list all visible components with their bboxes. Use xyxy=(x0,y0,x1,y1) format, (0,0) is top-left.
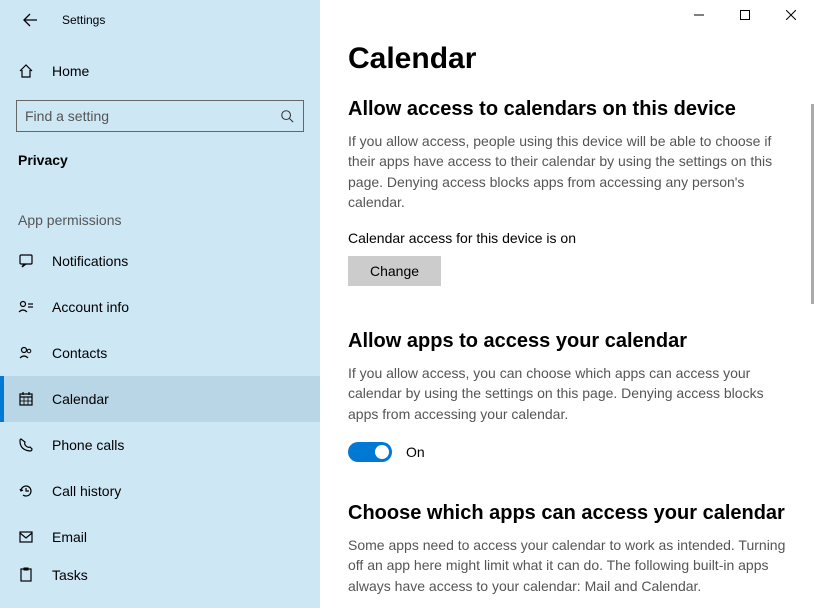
nav-home-label: Home xyxy=(52,63,89,79)
content: Calendar Allow access to calendars on th… xyxy=(320,0,814,608)
change-button[interactable]: Change xyxy=(348,256,441,286)
notifications-icon xyxy=(18,253,38,269)
account-info-icon xyxy=(18,299,38,315)
back-button[interactable] xyxy=(16,6,44,34)
calendar-icon xyxy=(18,391,38,407)
sidebar-item-phone-calls[interactable]: Phone calls xyxy=(0,422,320,468)
search-box[interactable] xyxy=(16,100,304,132)
sidebar-item-calendar[interactable]: Calendar xyxy=(0,376,320,422)
sidebar-item-notifications[interactable]: Notifications xyxy=(0,238,320,284)
phone-icon xyxy=(18,437,38,453)
section1-body: If you allow access, people using this d… xyxy=(348,131,786,212)
sidebar-item-label: Tasks xyxy=(52,567,88,583)
sidebar-item-email[interactable]: Email xyxy=(0,514,320,560)
apps-access-toggle[interactable] xyxy=(348,442,392,462)
subheader: App permissions xyxy=(0,176,320,238)
toggle-row: On xyxy=(348,442,786,462)
email-icon xyxy=(18,529,38,545)
titlebar: Settings xyxy=(0,0,320,40)
sidebar-item-label: Contacts xyxy=(52,345,107,361)
sidebar-item-label: Account info xyxy=(52,299,129,315)
sidebar: Settings Home Privacy App permissions No… xyxy=(0,0,320,608)
sidebar-item-call-history[interactable]: Call history xyxy=(0,468,320,514)
search-input[interactable] xyxy=(25,108,279,124)
sidebar-item-tasks[interactable]: Tasks xyxy=(0,560,320,590)
page-title: Calendar xyxy=(348,42,786,76)
tasks-icon xyxy=(18,567,38,583)
history-icon xyxy=(18,483,38,499)
section2-body: If you allow access, you can choose whic… xyxy=(348,363,786,424)
sidebar-item-label: Phone calls xyxy=(52,437,124,453)
contacts-icon xyxy=(18,345,38,361)
toggle-label: On xyxy=(406,444,425,460)
section2-heading: Allow apps to access your calendar xyxy=(348,330,786,353)
sidebar-item-label: Notifications xyxy=(52,253,128,269)
sidebar-item-label: Calendar xyxy=(52,391,109,407)
section1-heading: Allow access to calendars on this device xyxy=(348,98,786,121)
section3-body: Some apps need to access your calendar t… xyxy=(348,535,786,596)
search-icon[interactable] xyxy=(279,109,295,123)
nav-home[interactable]: Home xyxy=(0,52,320,90)
category-label: Privacy xyxy=(0,132,320,176)
sidebar-item-label: Email xyxy=(52,529,87,545)
sidebar-item-contacts[interactable]: Contacts xyxy=(0,330,320,376)
home-icon xyxy=(18,63,38,79)
back-arrow-icon xyxy=(22,12,38,28)
sidebar-item-label: Call history xyxy=(52,483,121,499)
window-title: Settings xyxy=(62,13,105,27)
sidebar-item-account-info[interactable]: Account info xyxy=(0,284,320,330)
section3-heading: Choose which apps can access your calend… xyxy=(348,502,786,525)
main-pane: Calendar Allow access to calendars on th… xyxy=(320,0,814,608)
device-access-status: Calendar access for this device is on xyxy=(348,230,786,246)
